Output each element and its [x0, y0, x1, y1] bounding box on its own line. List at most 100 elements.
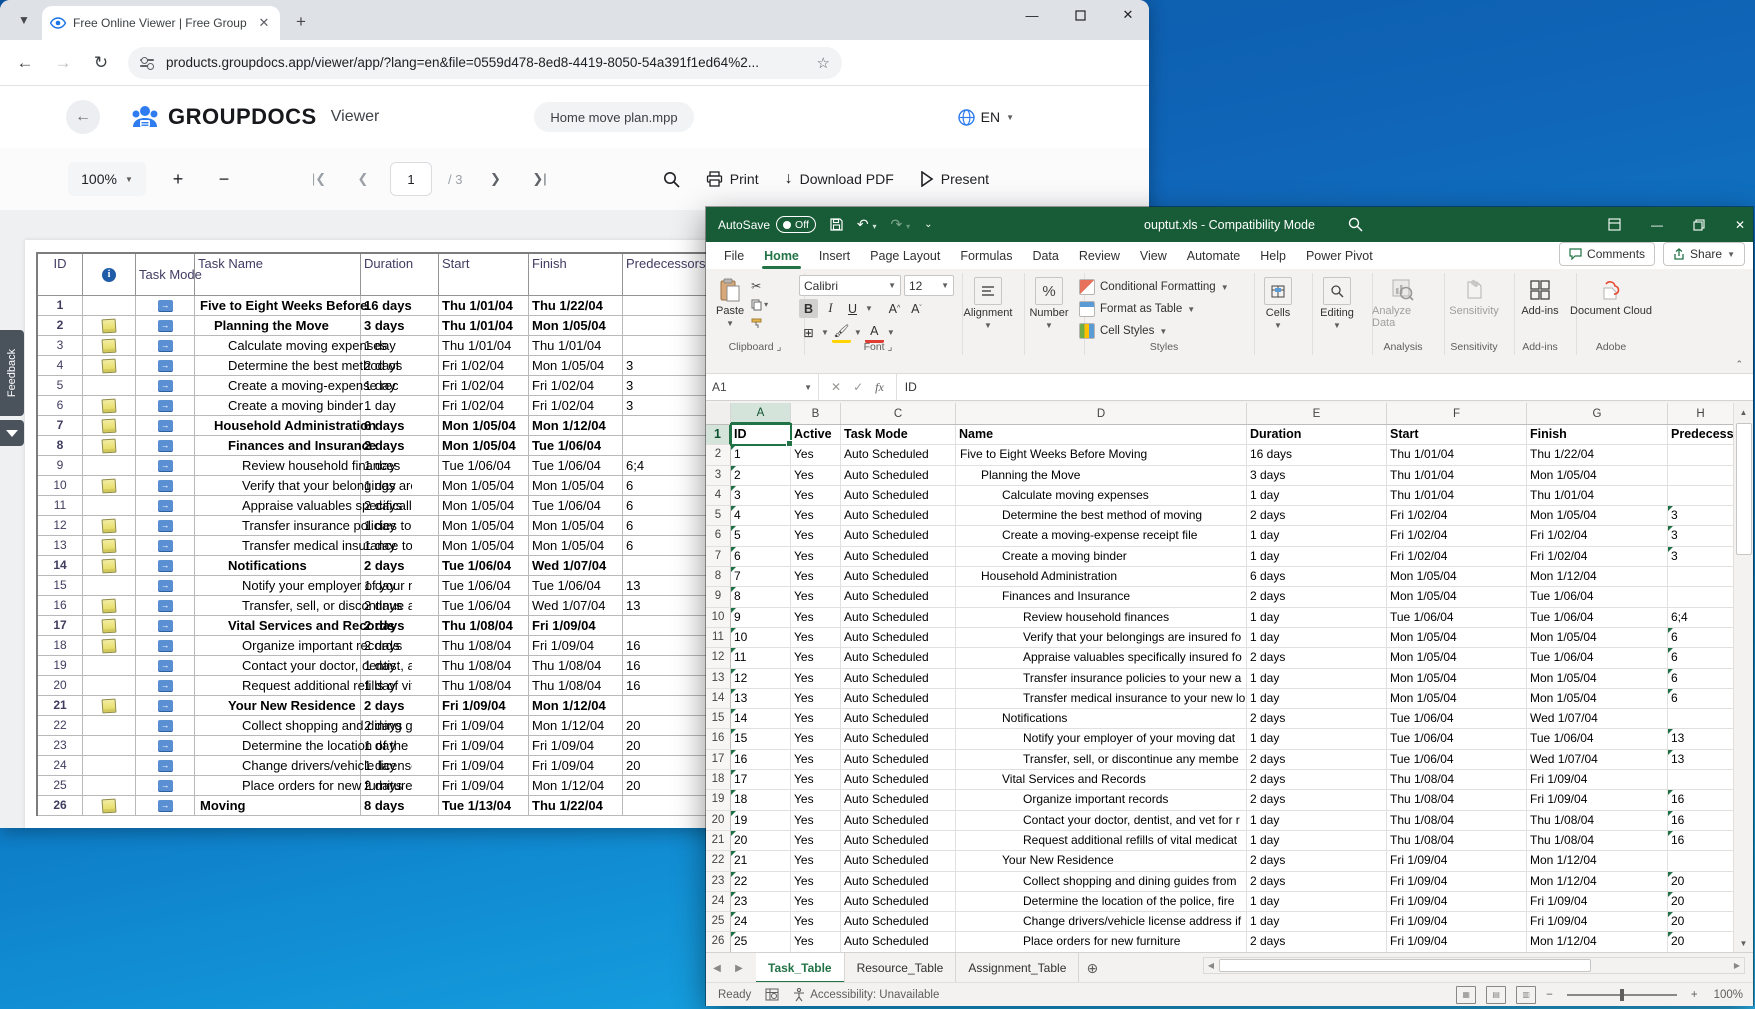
- language-selector[interactable]: EN ▼: [958, 109, 1014, 126]
- excel-minimize-button[interactable]: —: [1651, 218, 1663, 232]
- italic-button[interactable]: I: [821, 299, 840, 318]
- cell-pred[interactable]: [1668, 587, 1734, 607]
- cell-finish[interactable]: Mon 1/05/04: [1527, 689, 1668, 709]
- browser-maximize-button[interactable]: [1069, 4, 1091, 26]
- cell-id[interactable]: 22: [731, 872, 791, 892]
- scroll-up-icon[interactable]: ▲: [1734, 403, 1753, 421]
- cell-duration[interactable]: 6 days: [1247, 567, 1387, 587]
- cell-id[interactable]: 20: [731, 831, 791, 851]
- cell-pred[interactable]: 20: [1668, 932, 1734, 952]
- cell-task-mode[interactable]: Auto Scheduled: [841, 608, 956, 628]
- cell-id[interactable]: 25: [731, 932, 791, 952]
- cell-duration[interactable]: 1 day: [1247, 729, 1387, 749]
- row-number[interactable]: 12: [706, 648, 731, 668]
- customize-quick-access-icon[interactable]: ⌄: [924, 219, 932, 230]
- column-header-G[interactable]: G: [1527, 403, 1668, 424]
- cell-task-mode[interactable]: Auto Scheduled: [841, 628, 956, 648]
- collapse-ribbon-icon[interactable]: ⌃: [1735, 359, 1743, 370]
- cell-name[interactable]: Notifications: [956, 709, 1247, 729]
- reload-icon[interactable]: ↻: [88, 50, 114, 76]
- cell-start[interactable]: Thu 1/08/04: [1387, 790, 1527, 810]
- cell-finish[interactable]: Fri 1/09/04: [1527, 912, 1668, 932]
- open-file-name[interactable]: Home move plan.mpp: [534, 102, 693, 132]
- borders-icon[interactable]: ⊞: [799, 323, 818, 342]
- font-color-icon[interactable]: A: [865, 321, 884, 343]
- editing-button[interactable]: Editing ▼: [1315, 275, 1359, 332]
- format-painter-icon[interactable]: [751, 316, 768, 331]
- document-cloud-button[interactable]: Document Cloud: [1565, 275, 1657, 319]
- cell-name[interactable]: Transfer insurance policies to your new …: [956, 669, 1247, 689]
- cell-start[interactable]: Mon 1/05/04: [1387, 628, 1527, 648]
- cell-active[interactable]: Yes: [791, 445, 841, 465]
- excel-close-button[interactable]: ✕: [1735, 218, 1745, 232]
- ribbon-tab-page-layout[interactable]: Page Layout: [860, 244, 950, 269]
- cell-finish[interactable]: Thu 1/08/04: [1527, 831, 1668, 851]
- cell-task-mode[interactable]: Auto Scheduled: [841, 851, 956, 871]
- cell-start[interactable]: Fri 1/09/04: [1387, 851, 1527, 871]
- present-button[interactable]: Present: [920, 171, 989, 187]
- cell-pred[interactable]: 6;4: [1668, 608, 1734, 628]
- row-number[interactable]: 15: [706, 709, 731, 729]
- row-number[interactable]: 17: [706, 750, 731, 770]
- row-number[interactable]: 9: [706, 587, 731, 607]
- sensitivity-button[interactable]: Sensitivity: [1444, 275, 1504, 319]
- cell-name[interactable]: Place orders for new furniture: [956, 932, 1247, 952]
- cell-finish[interactable]: Wed 1/07/04: [1527, 750, 1668, 770]
- cell-duration[interactable]: 1 day: [1247, 689, 1387, 709]
- cell-name[interactable]: Vital Services and Records: [956, 770, 1247, 790]
- vertical-scrollbar[interactable]: ▲ ▼: [1733, 403, 1753, 952]
- row-number[interactable]: 18: [706, 770, 731, 790]
- cell-pred[interactable]: [1668, 770, 1734, 790]
- cell-task-mode[interactable]: Auto Scheduled: [841, 811, 956, 831]
- cells-button[interactable]: Cells ▼: [1259, 275, 1297, 332]
- cell-name[interactable]: Create a moving binder: [956, 547, 1247, 567]
- header-cell[interactable]: Finish: [1527, 425, 1668, 445]
- cell-pred[interactable]: 3: [1668, 547, 1734, 567]
- header-cell[interactable]: ID: [731, 425, 791, 445]
- cell-start[interactable]: Fri 1/09/04: [1387, 892, 1527, 912]
- cell-task-mode[interactable]: Auto Scheduled: [841, 729, 956, 749]
- cell-active[interactable]: Yes: [791, 486, 841, 506]
- sheet-tab-task_table[interactable]: Task_Table: [756, 953, 845, 983]
- cell-finish[interactable]: Mon 1/05/04: [1527, 669, 1668, 689]
- column-header-D[interactable]: D: [956, 403, 1247, 424]
- cell-active[interactable]: Yes: [791, 689, 841, 709]
- cell-task-mode[interactable]: Auto Scheduled: [841, 669, 956, 689]
- cell-id[interactable]: 17: [731, 770, 791, 790]
- cell-active[interactable]: Yes: [791, 608, 841, 628]
- paste-button[interactable]: Paste ▼: [711, 275, 749, 330]
- cell-id[interactable]: 24: [731, 912, 791, 932]
- cell-name[interactable]: Contact your doctor, dentist, and vet fo…: [956, 811, 1247, 831]
- cell-start[interactable]: Mon 1/05/04: [1387, 689, 1527, 709]
- row-number[interactable]: 5: [706, 506, 731, 526]
- column-header-B[interactable]: B: [791, 403, 841, 424]
- cell-duration[interactable]: 1 day: [1247, 486, 1387, 506]
- column-header-H[interactable]: H: [1668, 403, 1734, 424]
- cell-active[interactable]: Yes: [791, 506, 841, 526]
- format-as-table-button[interactable]: Format as Table▼: [1079, 300, 1195, 318]
- zoom-slider[interactable]: [1567, 994, 1677, 996]
- sheet-tab-resource_table[interactable]: Resource_Table: [845, 953, 957, 983]
- row-number[interactable]: 6: [706, 526, 731, 546]
- share-button[interactable]: Share ▼: [1663, 242, 1745, 266]
- cell-task-mode[interactable]: Auto Scheduled: [841, 526, 956, 546]
- addins-button[interactable]: Add-ins: [1516, 275, 1563, 319]
- row-number[interactable]: 7: [706, 547, 731, 567]
- cancel-entry-icon[interactable]: ✕: [831, 380, 841, 394]
- cell-start[interactable]: Thu 1/01/04: [1387, 445, 1527, 465]
- cell-duration[interactable]: 1 day: [1247, 811, 1387, 831]
- header-cell[interactable]: Duration: [1247, 425, 1387, 445]
- zoom-slider-handle[interactable]: [1620, 989, 1624, 1001]
- cell-task-mode[interactable]: Auto Scheduled: [841, 506, 956, 526]
- alignment-button[interactable]: Alignment ▼: [959, 275, 1018, 332]
- cell-id[interactable]: 16: [731, 750, 791, 770]
- cell-active[interactable]: Yes: [791, 750, 841, 770]
- redo-icon[interactable]: ↷ ▾: [891, 216, 911, 233]
- browser-close-button[interactable]: ✕: [1117, 4, 1139, 26]
- header-cell[interactable]: Start: [1387, 425, 1527, 445]
- tab-search-icon[interactable]: ▼: [10, 6, 38, 34]
- cell-id[interactable]: 9: [731, 608, 791, 628]
- cell-active[interactable]: Yes: [791, 567, 841, 587]
- fill-color-icon[interactable]: 🖌︎: [832, 321, 851, 343]
- feedback-tab[interactable]: Feedback: [0, 330, 24, 416]
